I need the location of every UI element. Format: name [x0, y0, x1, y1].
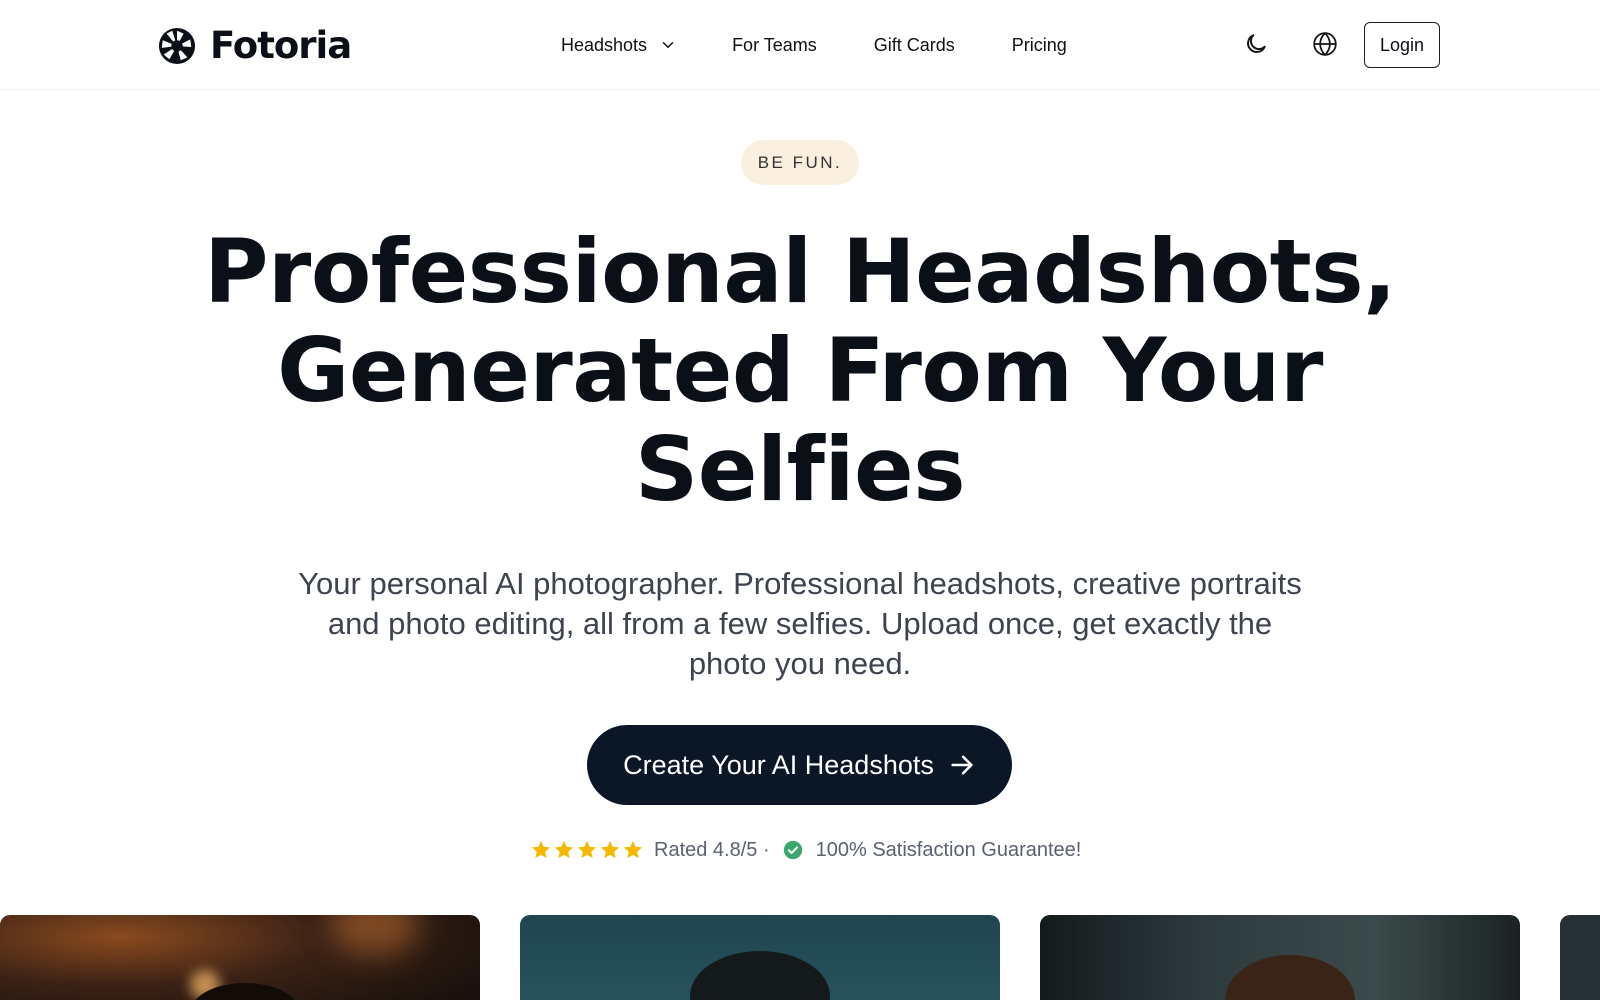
hero-title-line: Selfies — [634, 418, 966, 521]
nav-item-label: For Teams — [732, 34, 817, 55]
rating-bar: Rated 4.8/5 · 100% Satisfaction Guarante… — [530, 834, 1081, 866]
headshot-gallery — [0, 915, 1600, 1000]
hero-title: Professional Headshots, Generated From Y… — [200, 222, 1400, 519]
nav-item-pricing[interactable]: Pricing — [1012, 35, 1067, 56]
language-button[interactable] — [1309, 28, 1341, 60]
brand-name: Fotoria — [210, 24, 352, 67]
moon-icon — [1247, 34, 1266, 53]
photo-subject — [1225, 955, 1355, 1000]
star-icon — [600, 840, 620, 859]
nav-item-label: Pricing — [1011, 34, 1067, 55]
hero-title-line: Generated From Your — [277, 319, 1323, 422]
main-nav: Headshots For Teams Gift Cards Pricing — [561, 0, 1067, 90]
hero-subtitle: Your personal AI photographer. Professio… — [298, 566, 1302, 681]
nav-item-label: Gift Cards — [873, 34, 955, 55]
gallery-photo[interactable] — [520, 915, 1000, 1000]
nav-item-label: Headshots — [561, 34, 648, 55]
star-icon — [623, 840, 643, 859]
site-header: Fotoria Headshots For Teams Gift Cards P… — [0, 0, 1600, 90]
cta-label: Create Your AI Headshots — [623, 749, 934, 780]
nav-item-for-teams[interactable]: For Teams — [732, 35, 817, 56]
star-icon — [554, 840, 574, 859]
photo-subject — [690, 951, 830, 1000]
gallery-photo[interactable] — [0, 915, 480, 1000]
gallery-photo[interactable] — [1040, 915, 1520, 1000]
create-headshots-button[interactable]: Create Your AI Headshots — [587, 725, 1012, 805]
nav-item-gift-cards[interactable]: Gift Cards — [874, 35, 955, 56]
hero-title-line: Professional Headshots, — [203, 220, 1397, 323]
login-button[interactable]: Login — [1364, 22, 1440, 68]
rating-stars — [530, 839, 644, 861]
guarantee-text: 100% Satisfaction Guarantee! — [815, 838, 1082, 861]
theme-toggle-button[interactable] — [1240, 28, 1272, 60]
star-icon — [577, 840, 597, 859]
globe-icon — [1313, 31, 1337, 57]
brand[interactable]: Fotoria — [158, 24, 352, 67]
aperture-icon — [158, 27, 196, 64]
star-icon — [531, 840, 551, 859]
gallery-photo[interactable] — [1560, 915, 1600, 1000]
nav-item-headshots[interactable]: Headshots — [561, 35, 677, 56]
hero-tag: BE FUN. — [741, 140, 859, 185]
arrow-right-icon — [951, 755, 973, 775]
rating-text: Rated 4.8/5 · — [654, 838, 770, 861]
photo-light — [330, 915, 420, 955]
verified-check-icon — [783, 840, 802, 860]
chevron-down-icon — [662, 42, 674, 48]
